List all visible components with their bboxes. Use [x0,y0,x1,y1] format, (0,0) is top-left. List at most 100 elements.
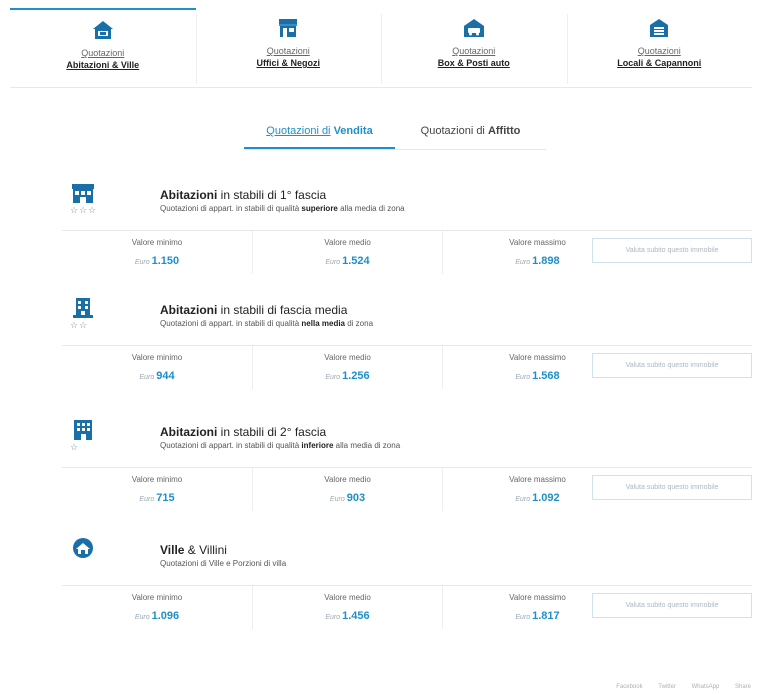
building-icon [72,184,94,203]
tab-box-posti-auto[interactable]: Quotazioni Box & Posti auto [381,8,567,88]
avg-value: Euro 1.524 [325,255,370,267]
desc-pre: Quotazioni di appart. in stabili di qual… [160,204,302,213]
section-title-rest: in stabili di fascia media [217,303,348,317]
desc-pre: Quotazioni di Ville e Porzioni di villa [160,559,287,568]
min-value: Euro 1.096 [134,610,180,622]
building-icon [73,298,93,318]
section-title-rest: in stabili di 2° fascia [217,425,327,439]
avg-label: Valore medio [324,475,371,484]
avg-value-cell: Valore medio Euro 1.524 [252,231,442,274]
min-label: Valore minimo [131,475,183,484]
desc-post: alla media di zona [337,204,405,213]
section-first-tier: ☆☆☆ Abitazioni in stabili di 1° fascia Q… [62,180,752,274]
section-description: Quotazioni di Ville e Porzioni di villa [160,559,286,568]
tab-sub-label: Quotazioni [81,48,125,58]
avg-value: Euro 1.456 [325,610,370,622]
section-description: Quotazioni di appart. in stabili di qual… [160,441,400,450]
apartment-icon [74,420,92,440]
warehouse-icon [650,19,669,37]
tab-locali-capannoni[interactable]: Quotazioni Locali & Capannoni [566,8,752,88]
tab-abitazioni-ville[interactable]: Quotazioni Abitazioni & Ville [10,8,196,88]
share-link[interactable]: Share [735,684,751,690]
section-title-rest: & Villini [184,543,227,557]
avg-value-cell: Valore medio Euro 1.256 [252,346,442,389]
section-middle-tier: ☆☆ Abitazioni in stabili di fascia media… [62,295,752,389]
section-title-bold: Abitazioni [160,425,218,439]
villa-icon [73,538,93,558]
section-header: ☆☆ Abitazioni in stabili di fascia media… [62,295,752,339]
tab-prefix: Quotazioni di [420,125,485,137]
desc-bold: inferiore [301,441,334,450]
rating-stars: ☆☆ [70,320,89,330]
price-row: Valore minimo Euro 715 Valore medio Euro 9… [62,467,752,511]
min-label: Valore minimo [131,353,183,362]
section-title-bold: Abitazioni [160,188,218,202]
car-garage-icon [463,19,484,37]
section-header: ☆☆☆ Abitazioni in stabili di 1° fascia Q… [62,180,752,224]
share-twitter-link[interactable]: Twitter [658,684,676,690]
avg-value-cell: Valore medio Euro 1.456 [252,586,442,629]
min-value: Euro 944 [139,370,175,382]
share-facebook-link[interactable]: Facebook [616,684,642,690]
section-description: Quotazioni di appart. in stabili di qual… [160,319,373,328]
desc-post: alla media di zona [333,441,401,450]
desc-bold: nella media [301,319,345,328]
min-value-cell: Valore minimo Euro 1.096 [62,586,252,629]
section-title: Abitazioni in stabili di 2° fascia [160,425,326,439]
tab-main-label: Locali & Capannoni [617,58,702,68]
min-label: Valore minimo [131,238,183,247]
section-description: Quotazioni di appart. in stabili di qual… [160,204,405,213]
desc-pre: Quotazioni di appart. in stabili di qual… [160,319,302,328]
desc-pre: Quotazioni di appart. in stabili di qual… [160,441,302,450]
evaluate-property-button[interactable]: Valuta subito questo immobile [592,238,752,263]
section-title-rest: in stabili di 1° fascia [217,188,327,202]
rating-stars: ☆☆☆ [70,205,98,215]
min-value: Euro 1.150 [134,255,180,267]
tab-main-label: Box & Posti auto [437,58,510,68]
evaluate-property-button[interactable]: Valuta subito questo immobile [592,475,752,500]
price-row: Valore minimo Euro 1.150 Valore medio Eur… [62,230,752,274]
category-tabs: Quotazioni Abitazioni & Ville Quotazioni… [10,8,752,88]
share-whatsapp-link[interactable]: WhatsApp [692,684,720,690]
min-value-cell: Valore minimo Euro 715 [62,468,252,511]
shop-icon [279,19,298,37]
tab-vendita[interactable]: Quotazioni di Vendita [244,112,395,149]
share-footer: Facebook Twitter WhatsApp Share [602,684,751,690]
tab-bold-label: Vendita [333,125,373,137]
tab-bold-label: Affitto [487,125,521,137]
avg-label: Valore medio [324,353,371,362]
tab-main-label: Uffici & Negozi [256,58,320,68]
section-header: Ville & Villini Quotazioni di Ville e Po… [62,535,752,579]
min-value-cell: Valore minimo Euro 1.150 [62,231,252,274]
evaluate-property-button[interactable]: Valuta subito questo immobile [592,353,752,378]
min-value: Euro 715 [139,492,175,504]
mode-tabs: Quotazioni di Vendita Quotazioni di Affi… [244,112,546,150]
avg-value: Euro 1.256 [325,370,370,382]
tab-sub-label: Quotazioni [266,46,310,56]
avg-value: Euro 903 [329,492,366,504]
desc-post: di zona [345,319,374,328]
section-title: Ville & Villini [160,543,227,557]
section-title: Abitazioni in stabili di 1° fascia [160,188,326,202]
avg-label: Valore medio [324,238,371,247]
tab-prefix: Quotazioni di [266,125,331,137]
section-title-bold: Ville [160,543,185,557]
section-title-bold: Abitazioni [160,303,218,317]
avg-value-cell: Valore medio Euro 903 [252,468,442,511]
section-header: ☆ Abitazioni in stabili di 2° fascia Quo… [62,417,752,461]
tab-uffici-negozi[interactable]: Quotazioni Uffici & Negozi [195,8,381,88]
min-value-cell: Valore minimo Euro 944 [62,346,252,389]
tab-affitto[interactable]: Quotazioni di Affitto [395,112,546,149]
tab-sub-label: Quotazioni [637,46,681,56]
rating-stars: ☆ [70,442,80,452]
section-second-tier: ☆ Abitazioni in stabili di 2° fascia Quo… [62,417,752,511]
min-label: Valore minimo [131,593,183,602]
evaluate-property-button[interactable]: Valuta subito questo immobile [592,593,752,618]
tab-main-label: Abitazioni & Ville [66,60,140,70]
price-row: Valore minimo Euro 944 Valore medio Euro 1… [62,345,752,389]
desc-bold: superiore [301,204,338,213]
house-icon [92,21,113,39]
section-title: Abitazioni in stabili di fascia media [160,303,347,317]
avg-label: Valore medio [324,593,371,602]
section-villas: Ville & Villini Quotazioni di Ville e Po… [62,535,752,629]
